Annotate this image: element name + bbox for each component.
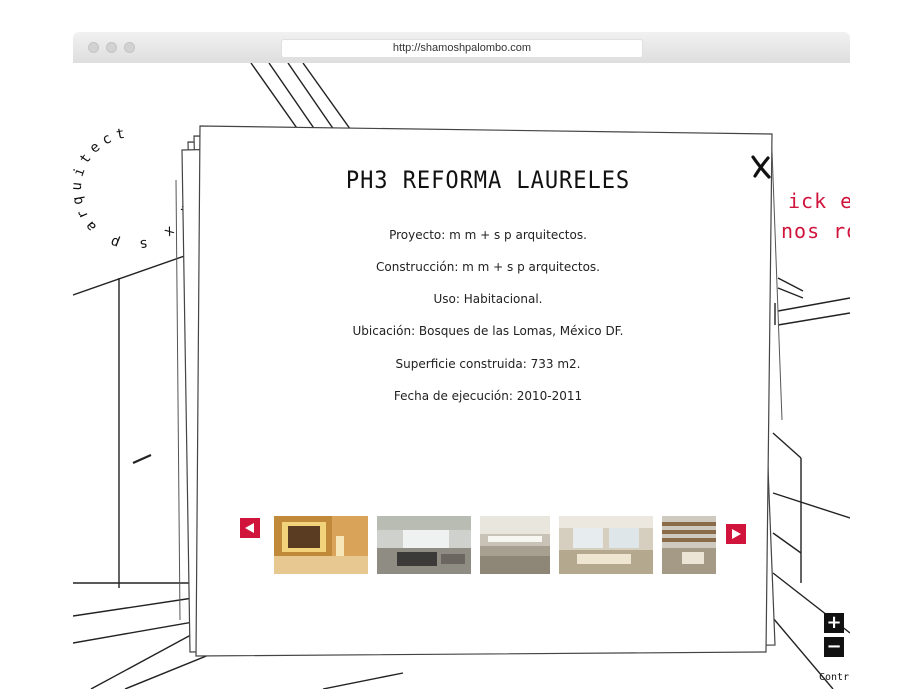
detail-uso: Uso: Habitacional. [433, 292, 543, 306]
plus-icon: + [826, 612, 842, 633]
controls-label[interactable]: Contr [819, 672, 849, 683]
gallery-thumbnail-4[interactable] [559, 516, 653, 574]
zoom-in-button[interactable]: + [824, 613, 844, 633]
gallery-thumbnail-1[interactable] [274, 516, 368, 574]
gallery-thumbnail-3[interactable] [480, 516, 550, 574]
triangle-right-icon [732, 529, 741, 539]
project-title: PH3 REFORMA LAURELES [345, 166, 631, 194]
close-button[interactable] [750, 154, 774, 180]
window-close-dot[interactable] [88, 42, 99, 53]
project-modal: PH3 REFORMA LAURELES Proyecto: m m + s p… [202, 134, 774, 656]
gallery-next-button[interactable] [726, 524, 746, 544]
gallery-thumbnail-2[interactable] [377, 516, 471, 574]
zoom-out-button[interactable]: − [824, 637, 844, 657]
background-red-text-line-2: nos ro [781, 219, 850, 243]
close-x-icon [751, 155, 771, 179]
gallery-thumbnail-5[interactable] [662, 516, 716, 574]
detail-proyecto: Proyecto: m m + s p arquitectos. [389, 228, 587, 242]
detail-ubicacion: Ubicación: Bosques de las Lomas, México … [352, 324, 624, 338]
minus-icon: − [826, 636, 842, 657]
address-bar[interactable]: http://shamoshpalombo.com [281, 39, 643, 58]
window-minimize-dot[interactable] [106, 42, 117, 53]
detail-construccion: Construcción: m m + s p arquitectos. [376, 260, 600, 274]
gallery-prev-button[interactable] [240, 518, 260, 538]
triangle-left-icon [245, 523, 254, 533]
window-maximize-dot[interactable] [124, 42, 135, 53]
detail-superficie: Superficie construida: 733 m2. [395, 357, 581, 371]
background-red-text-line-1: ick e [788, 189, 850, 213]
detail-fecha: Fecha de ejecución: 2010-2011 [393, 389, 583, 403]
browser-toolbar: http://shamoshpalombo.com [73, 32, 850, 63]
